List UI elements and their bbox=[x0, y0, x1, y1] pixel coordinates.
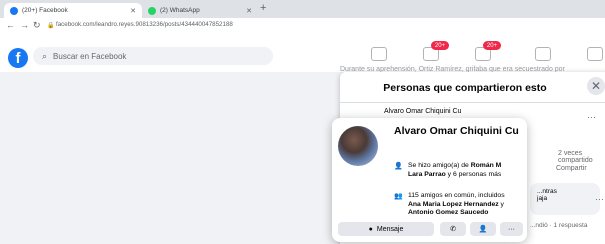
tab-facebook[interactable]: (20+) Facebook ✕ bbox=[4, 3, 142, 18]
search-input[interactable]: ⌕ Buscar en Facebook bbox=[33, 47, 273, 65]
close-icon[interactable]: ✕ bbox=[130, 7, 136, 15]
message-button[interactable]: ● Mensaje bbox=[338, 222, 434, 236]
back-icon[interactable]: ← bbox=[6, 20, 15, 30]
person-icon: 👤 bbox=[394, 163, 403, 170]
tab-facebook-label: (20+) Facebook bbox=[22, 7, 68, 14]
friendship-info: 👤 Se hizo amigo(a) de Román M Lara Parra… bbox=[394, 162, 519, 192]
mutual-friends-info: 👥 115 amigos en común, incluidos Ana Mar… bbox=[394, 192, 519, 222]
mutual-friends-text: 115 amigos en común, incluidos Ana Maria… bbox=[408, 192, 516, 218]
notification-badge: 20+ bbox=[431, 41, 449, 50]
messenger-icon: ● bbox=[368, 225, 373, 233]
mutual-friend-link[interactable]: Antonio Gomez Saucedo bbox=[408, 209, 488, 216]
modal-title: Personas que compartieron esto bbox=[383, 82, 547, 94]
notification-badge: 20+ bbox=[483, 41, 501, 50]
profile-hover-card: Alvaro Omar Chiquini Cu 👤 Se hizo amigo(… bbox=[332, 118, 527, 242]
mutual-friend-link[interactable]: Ana Maria Lopez Hernandez bbox=[408, 201, 499, 208]
profile-name[interactable]: Alvaro Omar Chiquini Cu bbox=[394, 125, 519, 137]
lock-icon: 🔒 bbox=[47, 23, 55, 29]
reload-icon[interactable]: ↻ bbox=[33, 20, 41, 31]
divider bbox=[340, 102, 605, 103]
friend-status-button[interactable]: 👤 bbox=[470, 222, 496, 236]
forward-icon[interactable]: → bbox=[20, 20, 29, 30]
home-icon[interactable] bbox=[371, 47, 387, 61]
friendship-text: Se hizo amigo(a) de Román M Lara Parrao … bbox=[408, 162, 516, 179]
groups-icon[interactable] bbox=[587, 47, 603, 61]
phone-icon: ✆ bbox=[450, 226, 456, 233]
sharer-name[interactable]: Alvaro Omar Chiquini Cu bbox=[384, 108, 461, 115]
more-options-icon[interactable]: ··· bbox=[595, 194, 604, 204]
friends-icon: 👥 bbox=[394, 193, 403, 200]
facebook-favicon-icon bbox=[10, 6, 18, 15]
facebook-logo-icon[interactable]: f bbox=[8, 48, 28, 68]
search-icon: ⌕ bbox=[42, 50, 48, 61]
whatsapp-favicon-icon bbox=[148, 6, 156, 15]
search-placeholder: Buscar en Facebook bbox=[53, 51, 127, 61]
new-tab-icon[interactable]: + bbox=[260, 2, 266, 14]
more-button[interactable]: ··· bbox=[500, 222, 523, 236]
call-button[interactable]: ✆ bbox=[440, 222, 466, 236]
reply-meta[interactable]: ...ndió · 1 respuesta bbox=[530, 222, 587, 229]
message-button-label: Mensaje bbox=[376, 225, 404, 233]
tab-whatsapp-label: (2) WhatsApp bbox=[160, 7, 200, 14]
close-icon[interactable]: ✕ bbox=[246, 7, 252, 15]
marketplace-icon[interactable] bbox=[535, 47, 551, 61]
share-button[interactable]: Compartir bbox=[556, 165, 587, 172]
more-options-icon: ··· bbox=[508, 225, 515, 233]
hover-card-actions: ● Mensaje ✆ 👤 ··· bbox=[338, 222, 523, 238]
address-bar: ← → ↻ 🔒 facebook.com/leandro.reyes.90813… bbox=[0, 18, 605, 37]
friendship-suffix: y 6 personas más bbox=[445, 170, 502, 178]
sharer-row[interactable]: Alvaro Omar Chiquini Cu bbox=[352, 108, 461, 115]
friendship-prefix: Se hizo amigo(a) de bbox=[408, 162, 471, 169]
url-text[interactable]: facebook.com/leandro.reyes.90813236/post… bbox=[56, 21, 233, 28]
comment-bubble: ...ntras jaja bbox=[530, 183, 600, 215]
person-icon: 👤 bbox=[478, 226, 488, 233]
share-count[interactable]: 2 veces compartido bbox=[558, 150, 605, 164]
header-nav: 20+ 20+ bbox=[355, 41, 605, 68]
browser-tab-strip: (20+) Facebook ✕ (2) WhatsApp ✕ + bbox=[0, 0, 605, 18]
mutual-prefix: 115 amigos en común, incluidos bbox=[408, 192, 505, 199]
close-icon[interactable]: ✕ bbox=[587, 77, 605, 95]
avatar[interactable] bbox=[338, 126, 378, 166]
more-options-icon[interactable]: ··· bbox=[587, 112, 596, 122]
tab-whatsapp[interactable]: (2) WhatsApp ✕ bbox=[142, 3, 258, 18]
mutual-connector: y bbox=[498, 200, 504, 208]
